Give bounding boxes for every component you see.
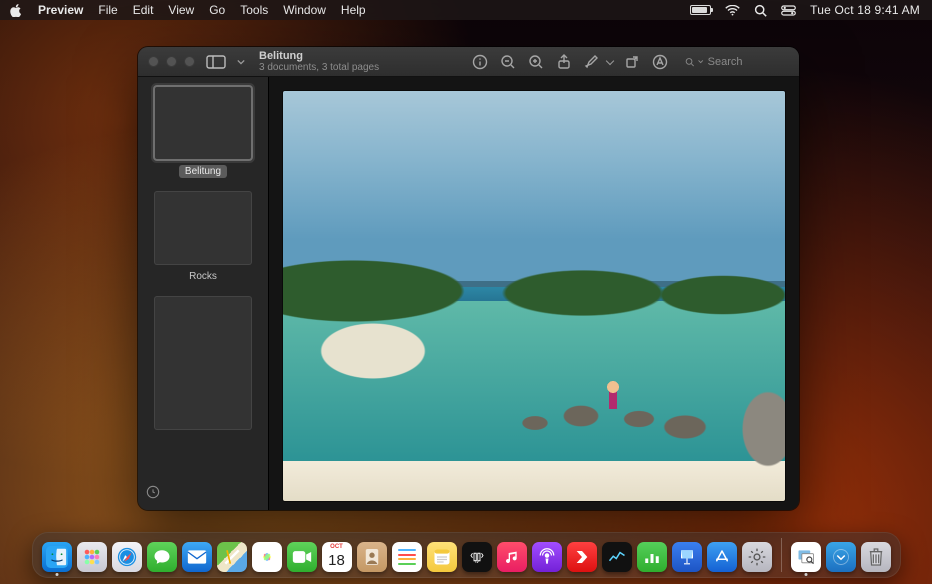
- dock-photos[interactable]: [252, 542, 282, 572]
- info-button[interactable]: [471, 53, 489, 71]
- dock-notes[interactable]: [427, 542, 457, 572]
- dock-music[interactable]: [497, 542, 527, 572]
- menu-tools[interactable]: Tools: [240, 3, 268, 17]
- menu-window[interactable]: Window: [283, 3, 326, 17]
- preview-window: Belitung 3 documents, 3 total pages B: [138, 47, 799, 510]
- battery-icon[interactable]: [690, 5, 711, 15]
- dock-finder[interactable]: [42, 542, 72, 572]
- dock-stocks[interactable]: [602, 542, 632, 572]
- search-icon: [685, 56, 694, 68]
- dock: OCT 18 tv: [32, 532, 901, 578]
- minimize-button[interactable]: [166, 56, 177, 67]
- dock-news[interactable]: [567, 542, 597, 572]
- window-controls: [138, 56, 195, 67]
- sidebar-action-button[interactable]: [146, 485, 160, 504]
- dock-calendar[interactable]: OCT 18: [322, 542, 352, 572]
- thumbnail-image: [155, 297, 251, 429]
- window-subtitle: 3 documents, 3 total pages: [259, 63, 379, 73]
- markup-button[interactable]: [651, 53, 669, 71]
- menu-file[interactable]: File: [98, 3, 117, 17]
- thumbnail-item[interactable]: Rocks: [155, 192, 251, 283]
- close-button[interactable]: [148, 56, 159, 67]
- menubar-clock[interactable]: Tue Oct 18 9:41 AM: [810, 3, 920, 17]
- chevron-down-icon[interactable]: [237, 58, 245, 66]
- thumbnail-image: [155, 192, 251, 264]
- wifi-icon[interactable]: [725, 5, 740, 16]
- dock-reminders[interactable]: [392, 542, 422, 572]
- thumbnail-item[interactable]: [155, 297, 251, 429]
- dock-messages[interactable]: [147, 542, 177, 572]
- menu-edit[interactable]: Edit: [133, 3, 154, 17]
- dock-separator: [781, 538, 782, 572]
- thumbnail-label: Belitung: [179, 165, 227, 178]
- dock-downloads[interactable]: [826, 542, 856, 572]
- menu-go[interactable]: Go: [209, 3, 225, 17]
- zoom-out-button[interactable]: [499, 53, 517, 71]
- dock-preview[interactable]: [791, 542, 821, 572]
- window-titlebar[interactable]: Belitung 3 documents, 3 total pages: [138, 47, 799, 77]
- menu-view[interactable]: View: [168, 3, 194, 17]
- rotate-button[interactable]: [623, 53, 641, 71]
- fullscreen-button[interactable]: [184, 56, 195, 67]
- share-button[interactable]: [555, 53, 573, 71]
- dock-keynote[interactable]: [672, 542, 702, 572]
- dock-contacts[interactable]: [357, 542, 387, 572]
- control-center-icon[interactable]: [781, 5, 796, 16]
- thumbnail-item[interactable]: Belitung: [155, 87, 251, 178]
- app-menu[interactable]: Preview: [38, 3, 83, 17]
- spotlight-icon[interactable]: [754, 4, 767, 17]
- calendar-month: OCT: [322, 544, 352, 550]
- sidebar-view-button[interactable]: [205, 53, 227, 71]
- thumbnail-image: [155, 87, 251, 159]
- chevron-down-icon: [698, 58, 703, 65]
- dock-maps[interactable]: [217, 542, 247, 572]
- apple-menu-icon[interactable]: [10, 4, 23, 17]
- menu-bar: Preview File Edit View Go Tools Window H…: [0, 0, 932, 20]
- thumbnail-label: Rocks: [183, 270, 223, 283]
- svg-text:tv: tv: [475, 559, 479, 564]
- dock-numbers[interactable]: [637, 542, 667, 572]
- zoom-in-button[interactable]: [527, 53, 545, 71]
- thumbnail-sidebar[interactable]: Belitung Rocks: [138, 77, 269, 510]
- image-canvas[interactable]: [269, 77, 799, 510]
- dock-appstore[interactable]: [707, 542, 737, 572]
- search-input[interactable]: [708, 56, 783, 68]
- highlight-button[interactable]: [583, 53, 601, 71]
- dock-mail[interactable]: [182, 542, 212, 572]
- chevron-down-icon[interactable]: [606, 56, 614, 64]
- dock-facetime[interactable]: [287, 542, 317, 572]
- toolbar-search[interactable]: [679, 52, 789, 72]
- menu-help[interactable]: Help: [341, 3, 366, 17]
- dock-podcasts[interactable]: [532, 542, 562, 572]
- dock-tv[interactable]: tv: [462, 542, 492, 572]
- dock-trash[interactable]: [861, 542, 891, 572]
- dock-safari[interactable]: [112, 542, 142, 572]
- calendar-day: 18: [328, 552, 345, 569]
- displayed-image: [283, 91, 785, 501]
- dock-launchpad[interactable]: [77, 542, 107, 572]
- window-title: Belitung: [259, 51, 379, 62]
- dock-settings[interactable]: [742, 542, 772, 572]
